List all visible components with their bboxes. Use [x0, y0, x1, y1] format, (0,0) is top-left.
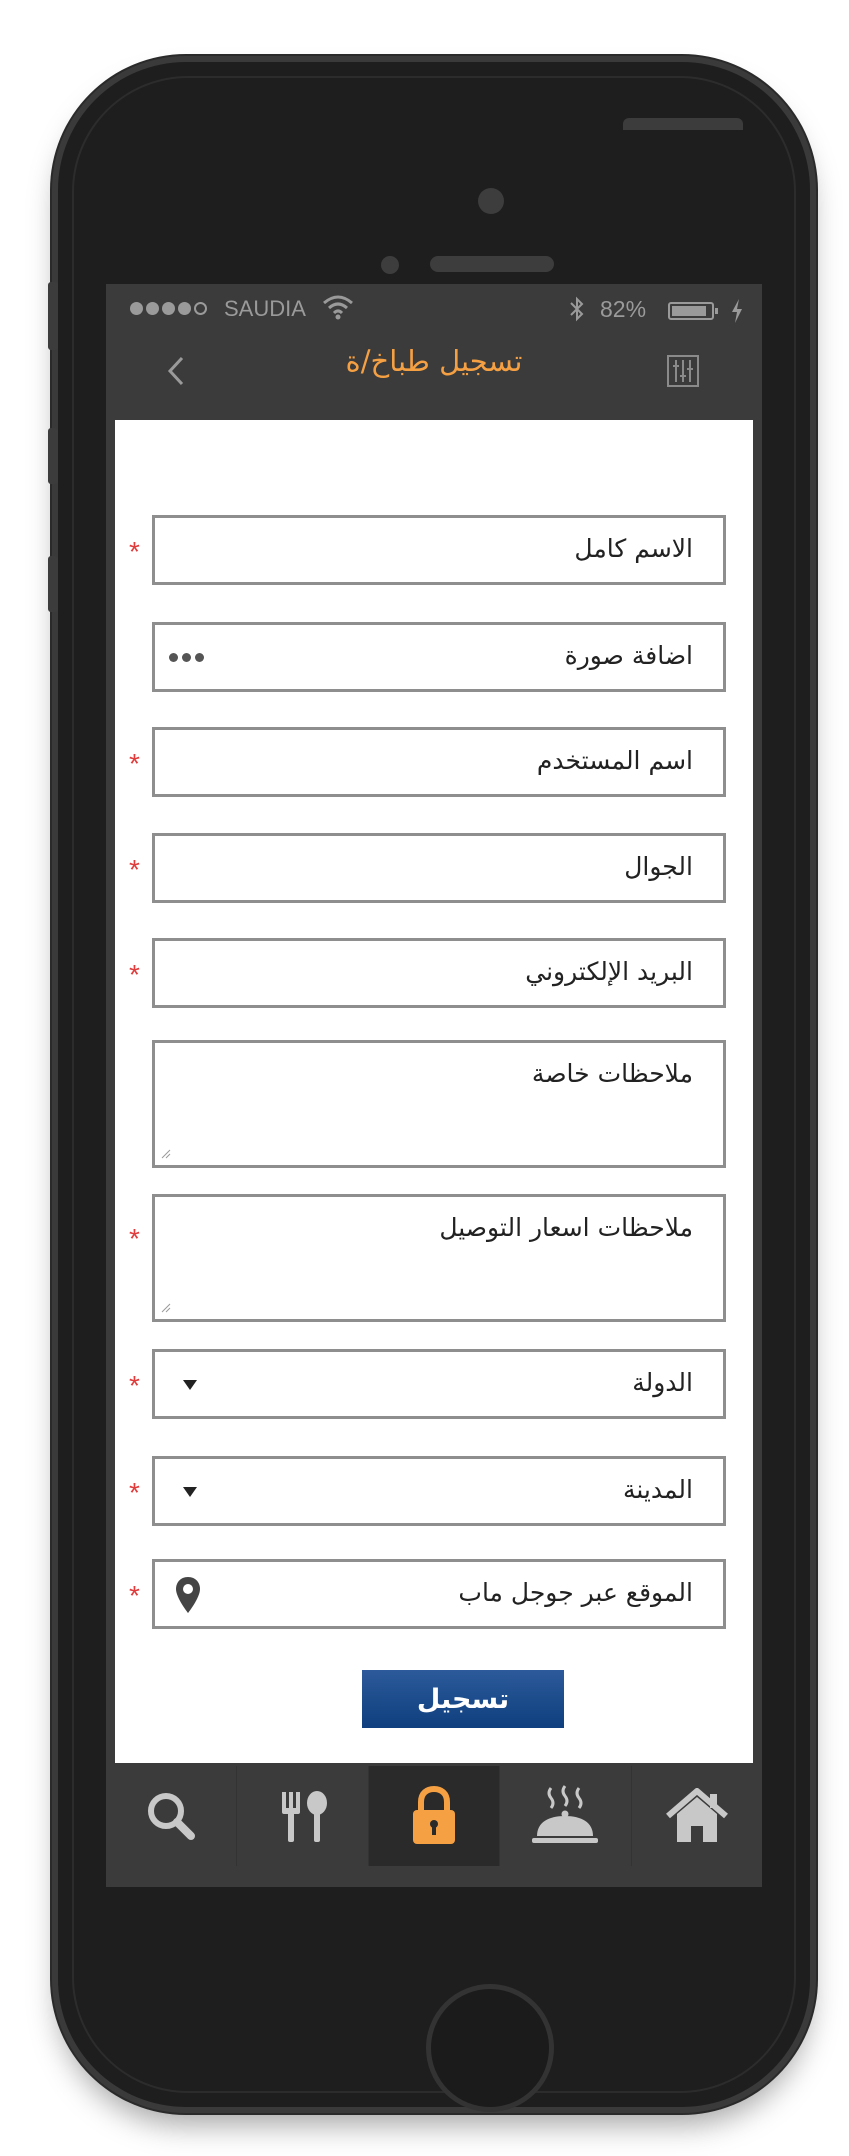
tab-home[interactable] [632, 1766, 762, 1866]
username-field[interactable]: اسم المستخدم [152, 727, 726, 797]
battery-percentage: 82% [600, 296, 647, 322]
status-bar: SAUDIA 82% [106, 284, 762, 334]
lock-icon [413, 1786, 456, 1844]
full-name-label: الاسم كامل [574, 534, 693, 563]
tab-account[interactable] [368, 1766, 501, 1866]
app-screen: SAUDIA 82% تسجيل طباخ/ة * الاسم كامل اضا… [106, 284, 762, 1887]
required-mark: * [129, 959, 140, 990]
registration-form: * الاسم كامل اضافة صورة * اسم المستخدم *… [115, 420, 753, 1763]
map-pin-icon[interactable] [175, 1576, 201, 1614]
register-button[interactable]: تسجيل [362, 1670, 564, 1728]
mobile-label: الجوال [624, 852, 693, 881]
required-mark: * [129, 1477, 140, 1508]
more-dots-icon[interactable] [169, 653, 204, 662]
required-mark: * [129, 1370, 140, 1401]
mobile-field[interactable]: الجوال [152, 833, 726, 903]
resize-grip-icon[interactable] [161, 1303, 171, 1313]
caret-down-icon [183, 1380, 197, 1390]
charging-icon [732, 299, 742, 323]
nav-bar: تسجيل طباخ/ة [106, 334, 762, 404]
battery-icon [668, 302, 718, 320]
proximity-sensor [381, 256, 399, 274]
special-notes-label: ملاحظات خاصة [531, 1059, 693, 1088]
city-label: المدينة [622, 1475, 693, 1504]
fork-spoon-icon [281, 1791, 327, 1842]
username-label: اسم المستخدم [536, 746, 693, 775]
required-mark: * [129, 1223, 140, 1254]
resize-grip-icon[interactable] [161, 1149, 171, 1159]
bluetooth-icon [570, 296, 584, 322]
required-mark: * [129, 1580, 140, 1611]
mute-switch [48, 282, 58, 350]
required-mark: * [129, 536, 140, 567]
special-notes-textarea[interactable]: ملاحظات خاصة [152, 1040, 726, 1168]
map-location-label: الموقع عبر جوجل ماب [458, 1578, 693, 1607]
email-field[interactable]: البريد الإلكتروني [152, 938, 726, 1008]
country-select[interactable]: الدولة [152, 1349, 726, 1419]
caret-down-icon [183, 1487, 197, 1497]
tab-bar [106, 1766, 762, 1866]
home-button[interactable] [426, 1984, 554, 2112]
volume-down-button [48, 556, 58, 612]
front-camera [478, 188, 504, 214]
delivery-notes-textarea[interactable]: ملاحظات اسعار التوصيل [152, 1194, 726, 1322]
add-photo-field[interactable]: اضافة صورة [152, 622, 726, 692]
page-title: تسجيل طباخ/ة [345, 344, 523, 378]
email-label: البريد الإلكتروني [525, 957, 693, 986]
delivery-notes-label: ملاحظات اسعار التوصيل [439, 1213, 693, 1242]
required-mark: * [129, 854, 140, 885]
volume-up-button [48, 428, 58, 484]
home-icon [665, 1788, 728, 1842]
tab-menu[interactable] [237, 1766, 369, 1866]
tab-dishes[interactable] [500, 1766, 632, 1866]
signal-dots-icon [130, 302, 207, 315]
power-button [623, 118, 743, 130]
tab-search[interactable] [106, 1766, 238, 1866]
map-location-field[interactable]: الموقع عبر جوجل ماب [152, 1559, 726, 1629]
earpiece-speaker [430, 256, 554, 272]
add-photo-label: اضافة صورة [564, 641, 693, 670]
serving-dish-icon [532, 1785, 599, 1843]
search-icon [148, 1793, 196, 1840]
country-label: الدولة [632, 1368, 693, 1397]
full-name-field[interactable]: الاسم كامل [152, 515, 726, 585]
carrier-name: SAUDIA [224, 296, 306, 321]
wifi-icon [323, 295, 353, 320]
sliders-icon[interactable] [666, 354, 700, 388]
city-select[interactable]: المدينة [152, 1456, 726, 1526]
required-mark: * [129, 748, 140, 779]
